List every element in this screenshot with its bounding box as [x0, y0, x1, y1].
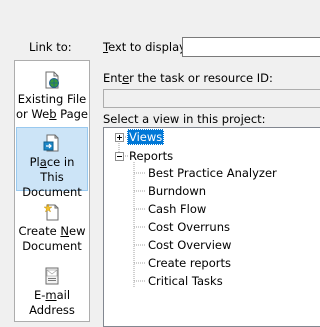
tree-node-reports[interactable]: Reports — [127, 148, 175, 164]
sidebar-item-label-line2: Document — [22, 239, 82, 253]
sidebar-item-label-line2: or Web Page — [16, 107, 89, 121]
collapse-reports-toggle[interactable] — [115, 152, 124, 161]
tree-node-report[interactable]: Cash Flow — [146, 201, 208, 217]
task-id-input[interactable] — [103, 89, 320, 108]
select-view-label: Select a view in this project: — [103, 112, 266, 126]
expand-views-toggle[interactable] — [115, 133, 124, 142]
document-arrow-icon — [43, 134, 59, 152]
link-to-label: Link to: — [29, 40, 72, 54]
sidebar-item-create-new-document[interactable]: Create New Document — [16, 199, 88, 257]
new-document-icon — [43, 203, 59, 221]
sidebar-item-label-line1: Create New — [18, 224, 86, 238]
tree-node-report[interactable]: Best Practice Analyzer — [146, 165, 279, 181]
sidebar-item-label-line1: E-mail — [33, 288, 71, 302]
view-tree[interactable]: Views Reports Best Practice Analyzer Bur… — [103, 127, 320, 327]
link-to-sidebar: Existing File or Web Page Place in This … — [14, 60, 90, 322]
text-to-display-input[interactable] — [182, 37, 320, 57]
tree-node-report[interactable]: Cost Overview — [146, 237, 233, 253]
text-to-display-label: Text to display: — [103, 40, 189, 54]
tree-node-report[interactable]: Create reports — [146, 255, 233, 271]
sidebar-item-label-line2: Document — [22, 185, 82, 199]
sidebar-item-label-line1: Existing File — [17, 92, 87, 106]
plus-icon-v — [119, 135, 120, 140]
sidebar-item-label-line2: Address — [29, 303, 75, 317]
minus-icon — [117, 156, 122, 157]
task-id-label: Enter the task or resource ID: — [103, 71, 273, 85]
tree-node-report[interactable]: Burndown — [146, 183, 208, 199]
sidebar-item-email-address[interactable]: E-mail Address — [16, 263, 88, 321]
sidebar-item-place-in-document[interactable]: Place in This Document — [16, 127, 88, 199]
globe-file-icon — [45, 71, 59, 89]
sidebar-item-existing-file[interactable]: Existing File or Web Page — [16, 67, 88, 123]
email-icon — [45, 267, 59, 285]
tree-node-report[interactable]: Critical Tasks — [146, 273, 225, 289]
tree-node-report[interactable]: Cost Overruns — [146, 219, 232, 235]
tree-node-views[interactable]: Views — [127, 129, 165, 145]
sidebar-item-label-line1: Place in This — [29, 155, 75, 184]
